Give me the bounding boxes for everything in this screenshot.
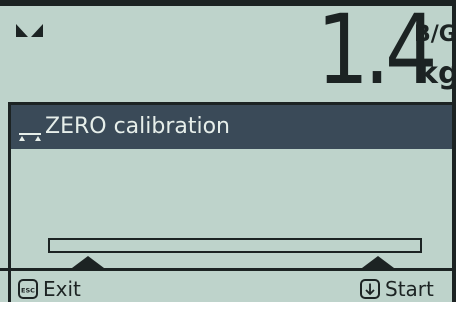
down-arrow-key-icon[interactable] xyxy=(360,279,380,299)
scale-display: 1.4 B/G kg ZERO calibration ESC Exit Sta… xyxy=(0,0,456,313)
start-softkey-label[interactable]: Start xyxy=(385,277,434,301)
exit-softkey-label[interactable]: Exit xyxy=(43,277,81,301)
panel-title: ZERO calibration xyxy=(45,114,231,139)
esc-key-text: ESC xyxy=(21,287,35,295)
weight-value: 1.4 xyxy=(316,0,438,106)
support-right-icon xyxy=(362,256,394,268)
bottom-margin xyxy=(0,302,456,313)
weight-unit-label: kg xyxy=(418,56,456,91)
softkey-divider xyxy=(0,268,452,271)
motion-indicator-icon xyxy=(16,24,43,37)
gross-net-mode-label: B/G xyxy=(414,22,456,47)
panel-title-bar: ZERO calibration xyxy=(11,105,452,149)
support-left-icon xyxy=(72,256,104,268)
scale-beam xyxy=(48,238,422,253)
scale-platform-icon xyxy=(19,133,41,141)
esc-key-icon[interactable]: ESC xyxy=(18,279,38,299)
